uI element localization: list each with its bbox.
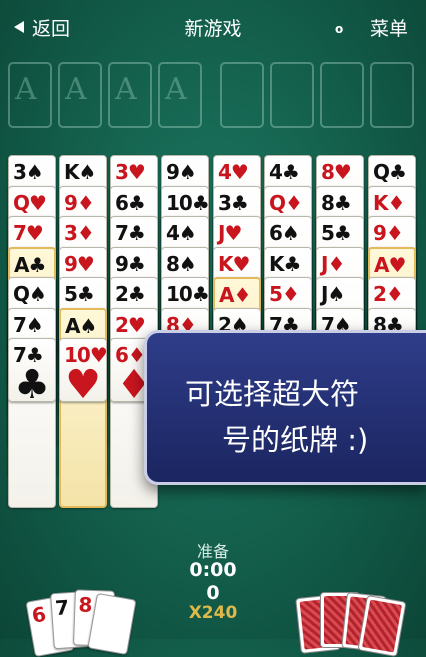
- card-rank-suit: A♣: [14, 252, 46, 277]
- big-suit-icon: ♣: [14, 362, 50, 408]
- hand-card[interactable]: [87, 592, 137, 656]
- card-rank-suit: 5♣: [321, 221, 352, 245]
- card-rank-suit: K♠: [64, 160, 96, 184]
- card-back-pattern: [362, 599, 402, 653]
- menu-button[interactable]: 菜单: [370, 14, 408, 41]
- new-game-title[interactable]: 新游戏: [0, 14, 426, 41]
- card-rank-suit: 6♠: [269, 221, 300, 245]
- free-cell-slot[interactable]: [370, 62, 414, 128]
- foundation-slot[interactable]: A: [8, 62, 52, 128]
- foundation-slot[interactable]: A: [58, 62, 102, 128]
- card-rank-suit: Q♥: [13, 190, 47, 215]
- playing-card[interactable]: 10♥ ♥: [59, 338, 108, 408]
- card-rank-suit: 2♦: [373, 282, 404, 306]
- foundation-ace-placeholder: A: [115, 72, 137, 107]
- card-rank-suit: J♦: [321, 251, 345, 276]
- hand-card-rank: 7: [54, 595, 70, 621]
- card-rank-suit: J♥: [218, 221, 242, 245]
- card-rank-suit: 5♦: [269, 282, 300, 306]
- free-cell-slot[interactable]: [220, 62, 264, 128]
- card-rank-suit: 8♥: [321, 160, 352, 184]
- hand-card-rank: 6: [29, 601, 48, 628]
- foundation-ace-placeholder: A: [15, 72, 37, 107]
- card-rank-suit: 10♣: [166, 190, 210, 215]
- foundation-ace-placeholder: A: [165, 72, 187, 107]
- promo-line-2: 号的纸牌 :): [222, 423, 369, 457]
- playing-card[interactable]: 7♣ ♣: [8, 338, 56, 408]
- card-rank-suit: 9♦: [64, 190, 95, 215]
- foundation-slot[interactable]: A: [158, 62, 202, 128]
- card-rank-suit: 6♣: [115, 190, 146, 215]
- card-rank-suit: K♣: [269, 251, 301, 276]
- card-rank-suit: 7♣: [115, 221, 146, 245]
- card-rank-suit: 4♣: [269, 160, 300, 184]
- card-rank-suit: 3♦: [64, 221, 95, 245]
- card-rank-suit: 3♠: [13, 160, 44, 184]
- card-rank-suit: 9♣: [115, 251, 146, 276]
- card-rank-suit: 2♣: [115, 282, 146, 306]
- move-count: o: [335, 22, 344, 36]
- card-rank-suit: Q♠: [13, 282, 47, 306]
- free-cell-slot[interactable]: [320, 62, 364, 128]
- card-rank-suit: 9♥: [64, 251, 95, 276]
- card-rank-suit: 4♥: [218, 160, 249, 184]
- card-back: [357, 594, 407, 657]
- promo-banner: 可选择超大符 号的纸牌 :): [144, 330, 426, 485]
- card-rank-suit: K♦: [373, 190, 405, 215]
- timer: 0:00: [189, 559, 237, 581]
- card-rank-suit: 5♣: [64, 282, 95, 306]
- promo-line-1: 可选择超大符: [185, 377, 360, 411]
- card-rank-suit: K♥: [218, 251, 250, 276]
- foundation-ace-placeholder: A: [65, 72, 87, 107]
- card-rank-suit: 3♣: [218, 190, 249, 215]
- hand-card-rank: 8: [78, 592, 93, 617]
- card-rank-suit: A♦: [219, 283, 251, 307]
- top-bar: 返回 新游戏 o 菜单: [0, 0, 426, 52]
- card-rank-suit: 3♥: [115, 160, 146, 184]
- card-rank-suit: A♥: [374, 252, 406, 277]
- card-rank-suit: A♠: [65, 313, 97, 338]
- big-suit-icon: ♥: [65, 362, 101, 408]
- card-rank-suit: Q♦: [269, 190, 303, 215]
- card-rank-suit: 8♠: [166, 251, 197, 276]
- card-rank-suit: 10♣: [166, 282, 210, 306]
- card-rank-suit: 4♠: [166, 221, 197, 245]
- free-cell-slot[interactable]: [270, 62, 314, 128]
- card-rank-suit: 7♥: [13, 221, 44, 245]
- card-rank-suit: Q♣: [373, 160, 407, 184]
- card-rank-suit: 9♦: [373, 221, 404, 245]
- card-rank-suit: 9♠: [166, 160, 197, 184]
- card-rank-suit: 7♠: [13, 312, 44, 337]
- foundation-slot[interactable]: A: [108, 62, 152, 128]
- card-rank-suit: 8♣: [321, 190, 352, 215]
- card-rank-suit: J♠: [321, 282, 345, 306]
- card-rank-suit: 2♥: [115, 312, 146, 337]
